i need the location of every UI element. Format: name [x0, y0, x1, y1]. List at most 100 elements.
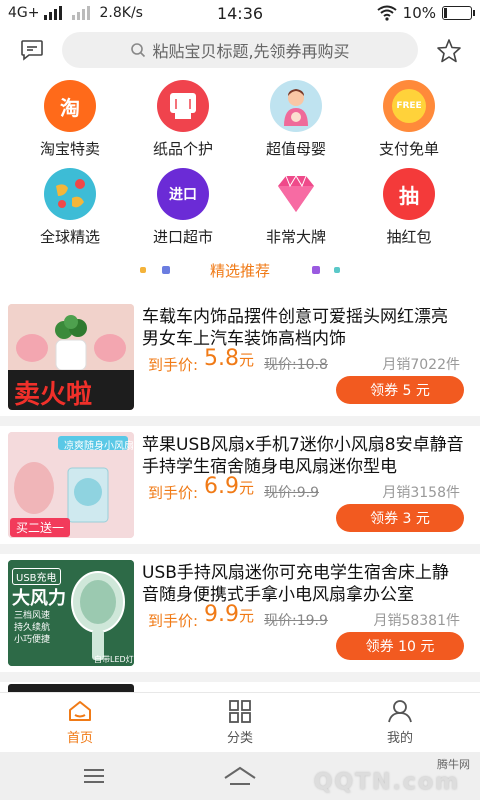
category-brand[interactable]: 非常大牌 [246, 168, 346, 247]
category-tissue[interactable]: 纸品个护 [133, 80, 233, 159]
price-number: 5.8 [204, 346, 239, 371]
image-line: 小巧便捷 [14, 635, 51, 645]
original-price: 现价:10.8 [264, 357, 328, 373]
category-mother-baby[interactable]: 超值母婴 [246, 80, 346, 159]
coupon-button[interactable]: 领券 3 元 [336, 504, 464, 532]
taobao-icon: 淘 [44, 80, 96, 132]
search-placeholder: 粘贴宝贝标题,先领券再购买 [152, 42, 350, 61]
price-unit: 元 [239, 479, 255, 497]
price-value: 9.9元 [204, 602, 254, 627]
product-card[interactable]: 卖火啦 车载车内饰品摆件创意可爱摇头网红漂亮男女车上汽车装饰高档内饰 到手价: … [0, 298, 480, 416]
red-packet-icon: 抽 [383, 168, 435, 220]
nav-mine-label: 我的 [386, 731, 413, 746]
decor-dot [312, 266, 320, 274]
product-image-text: 大风力 [12, 588, 66, 609]
category-label: 纸品个护 [152, 140, 213, 158]
category-label: 淘宝特卖 [39, 140, 100, 158]
monthly-sales: 月销7022件 [382, 357, 460, 373]
red-packet-glyph: 抽 [399, 183, 419, 208]
product-image-badge: 买二送一 [10, 518, 71, 537]
nav-home[interactable]: 首页 [20, 699, 140, 746]
image-line: 持久续航 [14, 623, 51, 633]
category-label: 抽红包 [386, 228, 432, 246]
category-red-packet[interactable]: 抽 抽红包 [359, 168, 459, 247]
search-icon [131, 43, 146, 58]
category-label: 全球精选 [39, 228, 100, 246]
price-unit: 元 [239, 607, 255, 625]
battery-fill [444, 8, 447, 18]
price-value: 5.8元 [204, 346, 254, 371]
product-title[interactable]: 苹果USB风扇x手机7迷你小风扇8安卓静音手持学生宿舍随身电风扇迷你型电 [142, 434, 464, 478]
category-label: 进口超市 [152, 228, 213, 246]
category-taobao[interactable]: 淘 淘宝特卖 [20, 80, 120, 159]
status-bar: 4G+ 2.8K/s 14:36 10% [0, 0, 480, 28]
category-free[interactable]: FREE 支付免单 [359, 80, 459, 159]
free-icon: FREE [383, 80, 435, 132]
price-value: 6.9元 [204, 474, 254, 499]
monthly-sales: 月销58381件 [373, 613, 460, 629]
diamond-icon [270, 168, 322, 220]
product-image: 凉爽随身小风扇 买二送一 [8, 432, 134, 538]
taobao-glyph: 淘 [60, 95, 80, 120]
coupon-button[interactable]: 领券 10 元 [336, 632, 464, 660]
price-number: 6.9 [204, 474, 239, 499]
product-image: 卖火啦 [8, 304, 134, 410]
tissue-icon [157, 80, 209, 132]
price-label: 到手价: [148, 484, 199, 502]
decor-dot [334, 267, 340, 273]
product-card[interactable]: USB充电 大风力 三档风速 持久续航 小巧便捷 自带LED灯 USB手持风扇迷… [0, 554, 480, 672]
product-image-lines: 三档风速 持久续航 小巧便捷 [14, 610, 50, 646]
product-image-badge: USB充电 [12, 568, 61, 585]
product-image: USB充电 大风力 三档风速 持久续航 小巧便捷 自带LED灯 [8, 560, 134, 666]
category-import[interactable]: 进口 进口超市 [133, 168, 233, 247]
nav-category[interactable]: 分类 [180, 699, 300, 746]
globe-icon [44, 168, 96, 220]
price-label: 到手价: [148, 612, 199, 630]
nav-home-label: 首页 [66, 731, 93, 746]
category-label: 非常大牌 [265, 228, 326, 246]
wifi-icon [377, 5, 397, 21]
battery-percent: 10% [402, 4, 436, 22]
divider [0, 544, 480, 554]
bottom-nav: 首页 分类 我的 [0, 692, 480, 752]
monthly-sales: 月销3158件 [382, 485, 460, 501]
product-card[interactable]: 凉爽随身小风扇 买二送一 苹果USB风扇x手机7迷你小风扇8安卓静音手持学生宿舍… [0, 426, 480, 544]
home-system-icon[interactable] [222, 764, 258, 788]
user-icon [388, 700, 412, 723]
menu-icon[interactable] [82, 768, 106, 784]
product-image-text: 卖火啦 [14, 380, 93, 410]
coupon-button[interactable]: 领券 5 元 [336, 376, 464, 404]
search-row: 粘贴宝贝标题,先领券再购买 [0, 32, 480, 70]
price-label: 到手价: [148, 356, 199, 374]
status-right: 10% [377, 4, 475, 22]
home-icon [69, 701, 91, 721]
mother-baby-icon [270, 80, 322, 132]
image-line: 三档风速 [14, 611, 51, 621]
category-global[interactable]: 全球精选 [20, 168, 120, 247]
divider [0, 416, 480, 426]
free-glyph: FREE [392, 89, 426, 123]
nav-mine[interactable]: 我的 [340, 699, 460, 746]
product-title[interactable]: 车载车内饰品摆件创意可爱摇头网红漂亮男女车上汽车装饰高档内饰 [142, 306, 464, 350]
original-price: 现价:19.9 [264, 613, 328, 629]
search-input[interactable]: 粘贴宝贝标题,先领券再购买 [62, 32, 418, 68]
category-label: 超值母婴 [265, 140, 326, 158]
message-icon[interactable] [20, 39, 44, 61]
watermark-logo: QQTN.com [313, 770, 460, 795]
category-grid: 淘 淘宝特卖 纸品个护 超值母婴 FREE 支付免单 全球精选 进口 进口超市 … [0, 80, 480, 246]
product-image-bottom: 自带LED灯 [94, 655, 134, 664]
next-product-image-peek [8, 684, 134, 692]
price-unit: 元 [239, 351, 255, 369]
divider [0, 672, 480, 682]
product-image-text: 凉爽随身小风扇 [64, 441, 134, 452]
nav-category-label: 分类 [226, 731, 253, 746]
import-icon: 进口 [157, 168, 209, 220]
star-icon[interactable] [436, 38, 462, 64]
category-label: 支付免单 [378, 140, 439, 158]
original-price: 现价:9.9 [264, 485, 319, 501]
import-glyph: 进口 [169, 187, 197, 203]
grid-icon [229, 700, 251, 723]
battery-icon [442, 6, 475, 20]
product-title[interactable]: USB手持风扇迷你可充电学生宿舍床上静音随身便携式手拿小电风扇拿办公室 [142, 562, 464, 606]
section-title: 精选推荐 [209, 262, 270, 280]
